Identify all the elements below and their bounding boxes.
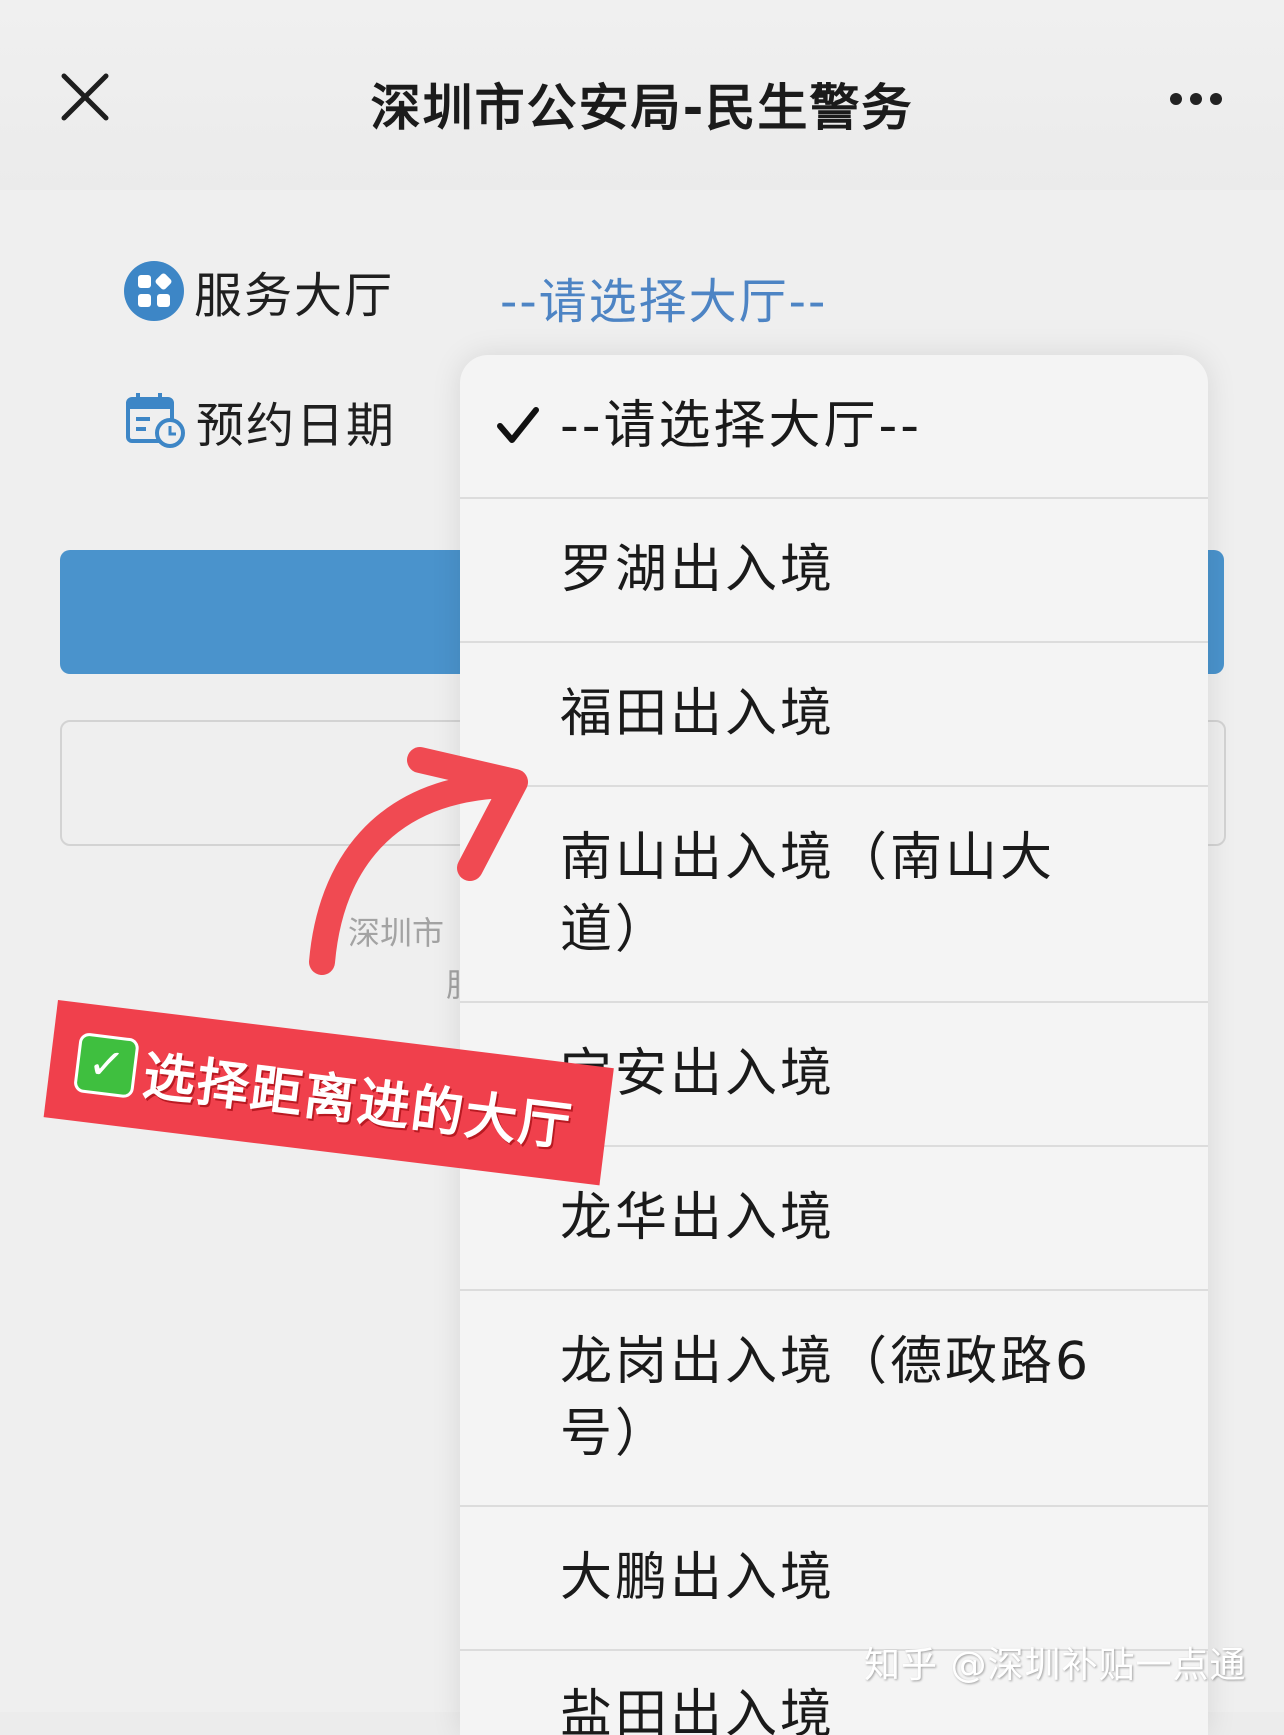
- watermark: 知乎 @深圳补贴一点通: [864, 1645, 1247, 1686]
- option-label: 盐田出入境: [560, 1685, 836, 1735]
- curved-arrow-icon: [309, 747, 528, 975]
- option-label: 福田出入境: [560, 684, 836, 744]
- page-title: 深圳市公安局-民生警务: [370, 79, 914, 137]
- dropdown-option[interactable]: 南山出入境（南山大道）: [460, 787, 1208, 1003]
- option-label: 南山出入境（南山大道）: [560, 828, 1056, 960]
- option-label: 龙岗出入境（德政路6号）: [560, 1332, 1092, 1464]
- date-label: 预约日期: [196, 398, 397, 454]
- hall-select[interactable]: --请选择大厅--: [500, 262, 827, 332]
- option-label: 大鹏出入境: [560, 1548, 836, 1608]
- more-icon[interactable]: [1170, 90, 1230, 106]
- hall-label: 服务大厅: [194, 268, 395, 324]
- dropdown-option[interactable]: 罗湖出入境: [460, 499, 1208, 643]
- check-mark-icon: ✓: [72, 1031, 140, 1099]
- check-icon: [497, 407, 539, 443]
- option-label: 罗湖出入境: [560, 540, 836, 600]
- date-row: 预约日期: [124, 386, 396, 456]
- dropdown-option[interactable]: 龙岗出入境（德政路6号）: [460, 1291, 1208, 1507]
- option-label: 龙华出入境: [560, 1188, 836, 1248]
- dropdown-option[interactable]: 大鹏出入境: [460, 1507, 1208, 1651]
- title-bar: 深圳市公安局-民生警务: [0, 0, 1284, 190]
- hall-dropdown[interactable]: --请选择大厅-- 罗湖出入境 福田出入境 南山出入境（南山大道） 宝安出入境 …: [460, 355, 1208, 1735]
- calendar-clock-icon: [126, 393, 185, 448]
- grid-apps-icon: [124, 261, 184, 321]
- dropdown-option[interactable]: 福田出入境: [460, 643, 1208, 787]
- option-label: --请选择大厅--: [560, 396, 923, 456]
- hall-row: 服务大厅: [122, 256, 394, 326]
- dropdown-option-selected[interactable]: --请选择大厅--: [460, 355, 1208, 499]
